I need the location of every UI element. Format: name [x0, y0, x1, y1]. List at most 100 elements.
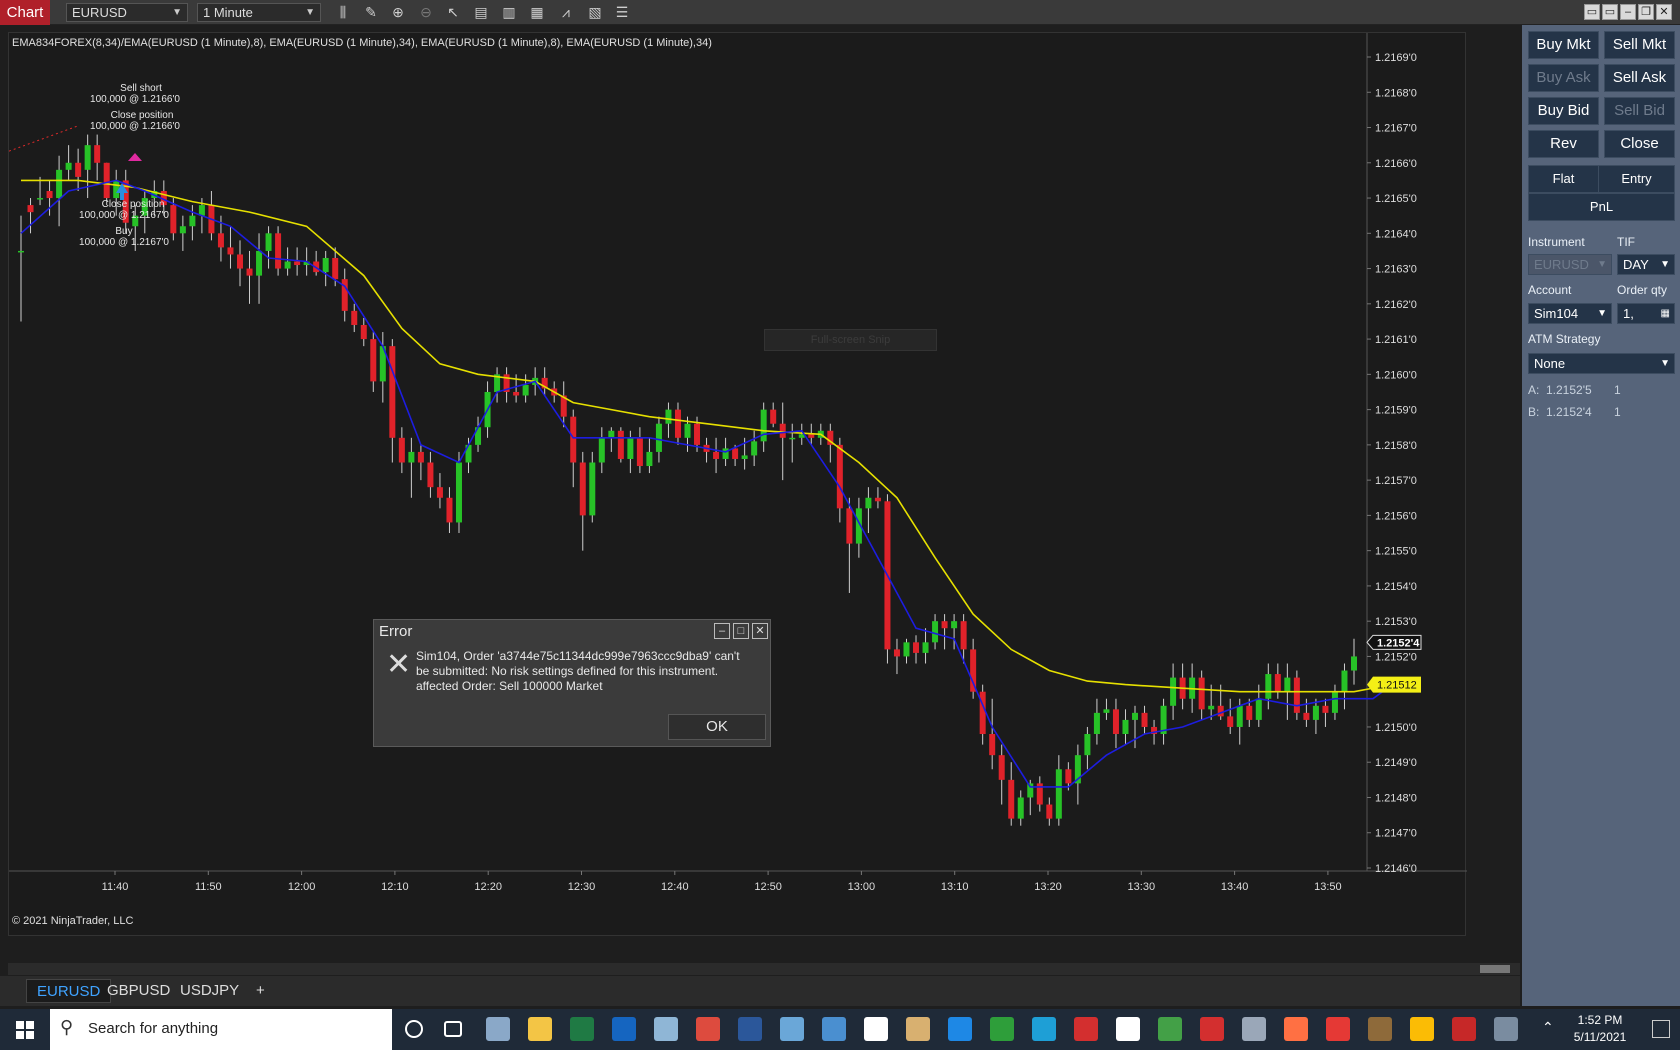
error-message-line-3: affected Order: Sell 100000 Market: [416, 679, 603, 693]
chevron-up-icon[interactable]: ⌃: [1542, 1019, 1554, 1036]
indicators-icon[interactable]: ⩘: [557, 4, 575, 21]
taskbar-clock[interactable]: 1:52 PM 5/11/2021: [1560, 1012, 1640, 1046]
candle-up: [1236, 705, 1243, 727]
cortana-icon[interactable]: [405, 1020, 423, 1038]
scrollbar-thumb[interactable]: [1480, 965, 1510, 973]
order-qty-input[interactable]: 1, ▦: [1617, 303, 1675, 324]
reverse-button[interactable]: Rev: [1528, 130, 1599, 158]
sell-bid-button[interactable]: Sell Bid: [1604, 97, 1675, 125]
candle-up: [1170, 677, 1177, 706]
close-icon[interactable]: ✕: [1656, 4, 1672, 20]
trade-marker-label: Close position: [111, 110, 174, 121]
close-position-button[interactable]: Close: [1604, 130, 1675, 158]
task-view-icon[interactable]: [444, 1021, 462, 1037]
tabs-icon[interactable]: ▭: [1602, 4, 1618, 20]
draw-icon[interactable]: ✎: [362, 4, 380, 21]
app-icon-8[interactable]: [1368, 1017, 1392, 1041]
app-icon[interactable]: [486, 1017, 510, 1041]
atm-strategy-select[interactable]: None ▼: [1528, 353, 1675, 374]
store-icon[interactable]: [948, 1017, 972, 1041]
sell-mkt-button[interactable]: Sell Mkt: [1604, 31, 1675, 59]
app-icon-7[interactable]: [1326, 1017, 1350, 1041]
chart-canvas[interactable]: 1.2169'0 1.2168'0 1.2167'0 1.2166'0 1.2165'0…: [9, 33, 1467, 937]
restore-icon[interactable]: ❐: [1638, 4, 1654, 20]
account-select[interactable]: Sim104 ▼: [1528, 303, 1612, 324]
price-chart[interactable]: 1.2169'0 1.2168'0 1.2167'0 1.2166'0 1.2165'0…: [8, 32, 1467, 937]
price-tick-label: 1.2147'0: [1375, 828, 1417, 840]
ask-label: A:: [1528, 383, 1540, 397]
app-icon-4[interactable]: [1158, 1017, 1182, 1041]
zoom-in-icon[interactable]: ⊕: [389, 4, 407, 21]
bid-price: 1.2152'4: [1546, 405, 1592, 419]
add-tab-button[interactable]: +: [246, 979, 275, 1003]
edge-icon[interactable]: [1032, 1017, 1056, 1041]
instrument-selector[interactable]: EURUSD ▼: [66, 3, 188, 22]
security-icon[interactable]: [1074, 1017, 1098, 1041]
candle-down: [27, 205, 34, 213]
calculator-icon[interactable]: ▦: [1661, 304, 1670, 323]
time-tick-label: 12:30: [568, 881, 596, 893]
candle-up: [1341, 670, 1348, 692]
maximize-icon[interactable]: □: [733, 623, 749, 639]
app-icon-9[interactable]: [1452, 1017, 1476, 1041]
buy-arrow-stem: [120, 193, 124, 200]
copyright-label: © 2021 NinjaTrader, LLC: [12, 915, 134, 927]
file-explorer-icon[interactable]: [528, 1017, 552, 1041]
firefox-icon[interactable]: [1284, 1017, 1308, 1041]
chrome-icon-2[interactable]: [1410, 1017, 1434, 1041]
sell-ask-button[interactable]: Sell Ask: [1604, 64, 1675, 92]
link-icon[interactable]: ▭: [1584, 4, 1600, 20]
candle-up: [65, 162, 72, 170]
minimize-icon[interactable]: ‒: [714, 623, 730, 639]
zoom-out-icon[interactable]: ⊖: [417, 4, 435, 21]
bid-label: B:: [1528, 405, 1540, 419]
candle-up: [522, 384, 529, 396]
tab-usdjpy[interactable]: USDJPY: [170, 979, 249, 1003]
app-icon-2[interactable]: [906, 1017, 930, 1041]
notepad-icon[interactable]: [654, 1017, 678, 1041]
calculator-icon[interactable]: [864, 1017, 888, 1041]
app-icon-6[interactable]: [1242, 1017, 1266, 1041]
close-icon[interactable]: ✕: [752, 623, 768, 639]
outlook-icon[interactable]: [612, 1017, 636, 1041]
taskbar-search-box[interactable]: ⚲ Search for anything: [50, 1009, 392, 1050]
properties-icon[interactable]: ▦: [528, 4, 546, 21]
buy-mkt-button[interactable]: Buy Mkt: [1528, 31, 1599, 59]
chrome-icon[interactable]: [696, 1017, 720, 1041]
time-tick-label: 12:10: [381, 881, 409, 893]
minimize-icon[interactable]: ‒: [1620, 4, 1636, 20]
notifications-icon[interactable]: [1652, 1020, 1670, 1038]
candle-down: [694, 423, 701, 445]
tab-gbpusd[interactable]: GBPUSD: [97, 979, 180, 1003]
bars-icon[interactable]: ⫼: [334, 4, 352, 21]
candle-down: [636, 437, 643, 467]
ok-button[interactable]: OK: [668, 714, 766, 740]
buy-ask-button[interactable]: Buy Ask: [1528, 64, 1599, 92]
app-icon-10[interactable]: [1494, 1017, 1518, 1041]
candle-down: [417, 451, 424, 463]
excel-icon[interactable]: [570, 1017, 594, 1041]
app-icon-5[interactable]: [1200, 1017, 1224, 1041]
windows-start-button[interactable]: [0, 1009, 50, 1050]
word-icon[interactable]: [738, 1017, 762, 1041]
display-icon[interactable]: [822, 1017, 846, 1041]
strategies-icon[interactable]: ▧: [586, 4, 604, 21]
chart-tab[interactable]: Chart: [0, 0, 50, 25]
tif-select[interactable]: DAY ▼: [1617, 254, 1675, 275]
ninjatrader-icon[interactable]: [990, 1017, 1014, 1041]
data-box-icon[interactable]: ▤: [472, 4, 490, 21]
entry-indicator: Entry: [1598, 165, 1675, 193]
interval-selector[interactable]: 1 Minute ▼: [197, 3, 321, 22]
candle-down: [913, 642, 920, 653]
candle-down: [1198, 677, 1205, 710]
horizontal-scrollbar[interactable]: [8, 963, 1520, 975]
photos-icon[interactable]: [780, 1017, 804, 1041]
candle-down: [94, 145, 101, 163]
templates-icon[interactable]: ▥: [500, 4, 518, 21]
candle-up: [1331, 691, 1338, 713]
app-icon-3[interactable]: [1116, 1017, 1140, 1041]
buy-bid-button[interactable]: Buy Bid: [1528, 97, 1599, 125]
list-icon[interactable]: ☰: [613, 4, 631, 21]
account-select-value: Sim104: [1534, 306, 1579, 321]
pointer-icon[interactable]: ↖: [444, 4, 462, 21]
